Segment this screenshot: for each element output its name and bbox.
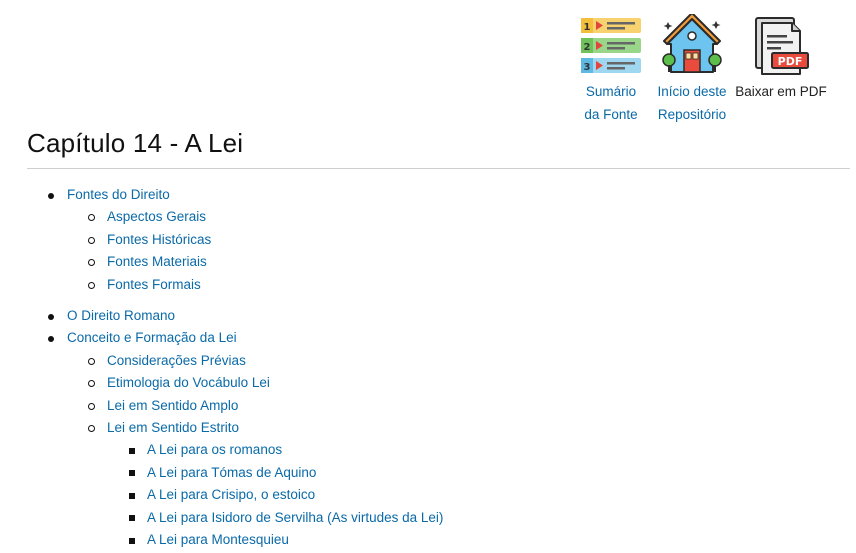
toc-item-conceito-e-formacao: Conceito e Formação da Lei Considerações… <box>27 327 443 551</box>
toc-item-lei-romanos: A Lei para os romanos <box>107 439 443 461</box>
toc-link-fontes-formais[interactable]: Fontes Formais <box>107 277 201 292</box>
toc-item-fontes-historicas: Fontes Históricas <box>67 229 443 251</box>
page-title: Capítulo 14 - A Lei <box>27 128 244 158</box>
pdf-file-icon: PDF <box>750 14 812 80</box>
toc-item-lei-sentido-estrito: Lei em Sentido Estrito A Lei para os rom… <box>67 417 443 551</box>
nav-repository-home-label-line1: Início deste <box>657 84 727 99</box>
svg-text:PDF: PDF <box>778 55 803 68</box>
toc-item-etimologia: Etimologia do Vocábulo Lei <box>67 372 443 394</box>
toc-item-lei-isidoro: A Lei para Isidoro de Servilha (As virtu… <box>107 507 443 529</box>
title-divider <box>27 168 850 169</box>
toc-level1-list: Fontes do Direito Aspectos Gerais Fontes… <box>27 184 443 552</box>
toc-link-aspectos-gerais[interactable]: Aspectos Gerais <box>107 209 206 224</box>
toc-item-consideracoes-previas: Considerações Prévias <box>67 350 443 372</box>
toc-level3-list: A Lei para os romanos A Lei para Tómas d… <box>107 439 443 551</box>
toc-item-aspectos-gerais: Aspectos Gerais <box>67 206 443 228</box>
toc-link-lei-isidoro[interactable]: A Lei para Isidoro de Servilha (As virtu… <box>147 510 443 525</box>
nav-repository-home-link[interactable]: Início deste Repositório <box>653 14 731 126</box>
nav-download-pdf-link[interactable]: PDF Baixar em PDF <box>731 14 831 126</box>
toc-link-lei-sentido-estrito[interactable]: Lei em Sentido Estrito <box>107 420 239 435</box>
toc-item-o-direito-romano: O Direito Romano <box>27 305 443 327</box>
nav-repository-home-label-line2: Repositório <box>657 107 727 122</box>
toc-item-lei-sentido-amplo: Lei em Sentido Amplo <box>67 395 443 417</box>
header-nav: 1 2 3 Sumário da Fonte Início deste Repo… <box>575 14 831 126</box>
nav-source-summary-label-line1: Sumário <box>585 84 637 99</box>
toc-link-lei-romanos[interactable]: A Lei para os romanos <box>147 442 282 457</box>
house-icon <box>660 14 724 80</box>
toc-link-etimologia[interactable]: Etimologia do Vocábulo Lei <box>107 375 270 390</box>
toc-link-conceito-e-formacao[interactable]: Conceito e Formação da Lei <box>67 330 237 345</box>
svg-text:3: 3 <box>584 62 591 73</box>
toc-item-fontes-formais: Fontes Formais <box>67 274 443 296</box>
toc-link-lei-sentido-amplo[interactable]: Lei em Sentido Amplo <box>107 398 238 413</box>
toc-level2-list: Aspectos Gerais Fontes Históricas Fontes… <box>67 206 443 296</box>
toc-link-lei-tomas-de-aquino[interactable]: A Lei para Tómas de Aquino <box>147 465 316 480</box>
toc-item-lei-tomas-de-aquino: A Lei para Tómas de Aquino <box>107 462 443 484</box>
nav-source-summary-link[interactable]: 1 2 3 Sumário da Fonte <box>575 14 647 126</box>
table-of-contents: Fontes do Direito Aspectos Gerais Fontes… <box>27 184 443 552</box>
nav-source-summary-label-line2: da Fonte <box>584 107 638 122</box>
toc-item-fontes-materiais: Fontes Materiais <box>67 251 443 273</box>
numbered-list-icon: 1 2 3 <box>580 14 642 80</box>
svg-text:2: 2 <box>584 42 591 53</box>
toc-link-lei-crisipo[interactable]: A Lei para Crisipo, o estoico <box>147 487 315 502</box>
toc-link-fontes-historicas[interactable]: Fontes Históricas <box>107 232 211 247</box>
toc-link-lei-montesquieu[interactable]: A Lei para Montesquieu <box>147 532 289 547</box>
toc-link-consideracoes-previas[interactable]: Considerações Prévias <box>107 353 246 368</box>
toc-item-lei-montesquieu: A Lei para Montesquieu <box>107 529 443 551</box>
toc-link-fontes-materiais[interactable]: Fontes Materiais <box>107 254 207 269</box>
nav-download-pdf-label: Baixar em PDF <box>735 84 827 99</box>
toc-link-fontes-do-direito[interactable]: Fontes do Direito <box>67 187 170 202</box>
toc-item-fontes-do-direito: Fontes do Direito Aspectos Gerais Fontes… <box>27 184 443 296</box>
toc-level2-list: Considerações Prévias Etimologia do Vocá… <box>67 350 443 552</box>
toc-item-lei-crisipo: A Lei para Crisipo, o estoico <box>107 484 443 506</box>
svg-text:1: 1 <box>584 22 591 33</box>
toc-link-o-direito-romano[interactable]: O Direito Romano <box>67 308 175 323</box>
